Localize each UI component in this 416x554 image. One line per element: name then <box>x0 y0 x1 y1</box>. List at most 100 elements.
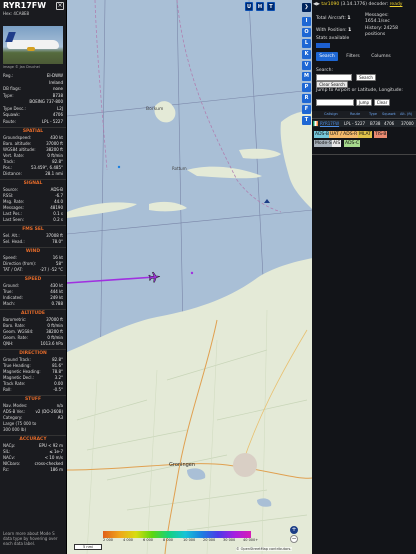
section-header: WIND <box>0 247 66 254</box>
toggle-h-button[interactable]: H <box>256 2 264 11</box>
with-position-value: 1 <box>348 28 352 33</box>
altitude-tick-label: 4 000 <box>123 538 134 542</box>
rail-button-v[interactable]: V <box>302 61 311 70</box>
info-value: Ireland <box>49 79 63 85</box>
info-value: B738 <box>52 92 63 98</box>
aircraft-table-header: Callsign Route Type Squawk Alt. (ft) <box>312 111 416 119</box>
section-header: STUFF <box>0 395 66 402</box>
tab-filters[interactable]: Filters <box>342 52 364 61</box>
info-row: 300 000 lb) <box>3 427 63 433</box>
legend-ads-c: ADS-C <box>344 140 361 147</box>
clear-jump-button[interactable]: Clear <box>374 99 390 106</box>
legend-uat-ads-r: UAT / ADS-R <box>329 131 359 138</box>
close-info-button[interactable]: × <box>56 2 64 10</box>
tab-search[interactable]: Search <box>316 52 338 61</box>
map-canvas[interactable] <box>67 0 313 554</box>
jump-input[interactable] <box>316 99 354 106</box>
info-row: Roll: -0.5° <box>3 387 63 393</box>
col-callsign[interactable]: Callsign <box>324 112 338 116</box>
aircraft-info-panel: RYR17FW Hex: 4CA8E8 × image © Jan Druche… <box>0 0 67 554</box>
info-key: Type Desc.: <box>3 105 26 111</box>
altitude-tick-label: 6 000 <box>143 538 154 542</box>
info-key: Type: <box>3 92 14 98</box>
info-value: 1013.6 hPa <box>40 341 64 346</box>
col-altitude[interactable]: Alt. (ft) <box>400 112 412 116</box>
toggle-u-button[interactable]: U <box>245 2 253 11</box>
legend-tis-b: TIS-B <box>374 131 388 138</box>
info-row: DB flags: none <box>3 86 63 92</box>
altitude-tick-label: 8 000 <box>163 538 174 542</box>
panel-tabs: Search Filters Columns <box>315 52 414 61</box>
tar1090-link[interactable]: tar1090 <box>321 2 339 7</box>
side-toolbar: ❯ IOLKVMPRFT <box>300 0 312 554</box>
info-value: -0.5° <box>53 387 63 392</box>
rail-button-k[interactable]: K <box>302 50 311 59</box>
info-row: TAT / OAT: -27 / -52 °C <box>3 267 63 273</box>
rail-button-r[interactable]: R <box>302 94 311 103</box>
legend-ads-b: ADS-B <box>314 131 330 138</box>
info-row: Distance: 28.1 nmi <box>3 171 63 177</box>
tab-columns[interactable]: Columns <box>368 52 394 61</box>
ireland-flag-icon <box>313 121 318 126</box>
section-header: ACCURACY <box>0 435 66 442</box>
jump-button[interactable]: Jump <box>356 99 372 106</box>
section-header: FMS SEL <box>0 225 66 232</box>
info-value: BOEING 737-800 <box>29 99 63 104</box>
stats-link[interactable] <box>316 43 330 48</box>
messages-rate: 1654.1/sec <box>365 19 390 24</box>
info-key: TAT / OAT: <box>3 267 23 272</box>
rail-button-l[interactable]: L <box>302 39 311 48</box>
info-row: Squawk: 4706 <box>3 112 63 118</box>
toggle-t-button[interactable]: T <box>267 2 275 11</box>
info-row: Ireland <box>3 80 63 86</box>
rail-button-o[interactable]: O <box>302 28 311 37</box>
info-row: BOEING 737-800 <box>3 99 63 105</box>
aircraft-callsign: RYR17FW <box>3 1 47 10</box>
col-type[interactable]: Type <box>369 112 377 116</box>
decoder-status[interactable]: ready <box>390 2 403 7</box>
info-key: Rc: <box>3 467 10 472</box>
search-button[interactable]: Search <box>356 74 376 81</box>
info-value: none <box>53 86 63 91</box>
table-row[interactable]: RYR17FW LPL - 5227 B738 4706 37000 <box>313 120 416 127</box>
rail-button-f[interactable]: F <box>302 105 311 114</box>
info-value: L2J <box>57 105 63 111</box>
info-row: Rc: 186 m <box>3 467 63 473</box>
col-squawk[interactable]: Squawk <box>382 112 396 116</box>
info-key: Roll: <box>3 387 12 392</box>
clear-search-button[interactable]: Clear Search <box>316 81 348 88</box>
tar1090-screen: Borkum Rottum Groningen U H T 5 nmi 2 00… <box>0 0 416 554</box>
rail-button-m[interactable]: M <box>302 72 311 81</box>
info-row: Route: LPL - 5227 <box>3 119 63 125</box>
altitude-tick-label: 10 000 <box>183 538 196 542</box>
info-key: Reg.: <box>3 73 14 78</box>
info-row: Sel. Head.: 78.0° <box>3 239 63 245</box>
info-row: Type Desc.: L2J <box>3 106 63 112</box>
zoom-out-button[interactable]: − <box>290 535 298 543</box>
col-route[interactable]: Route <box>350 112 360 116</box>
section-header: SPEED <box>0 275 66 282</box>
info-value: 0.788 <box>51 301 63 306</box>
map-attribution[interactable]: © OpenStreetMap contributors. <box>236 547 292 551</box>
rail-button-i[interactable]: I <box>302 17 311 26</box>
photo-credit[interactable]: image © Jan Druchel <box>3 65 40 69</box>
info-value: 28.1 nmi <box>45 171 63 176</box>
info-row: Mach: 0.788 <box>3 301 63 307</box>
aircraft-photo[interactable] <box>3 26 63 64</box>
collapse-panel-button[interactable]: ❯ <box>302 3 311 12</box>
rail-button-p[interactable]: P <box>302 83 311 92</box>
map-view[interactable]: Borkum Rottum Groningen <box>67 0 313 554</box>
info-row: Type: B738 <box>3 93 63 99</box>
zoom-in-button[interactable]: + <box>290 526 298 534</box>
info-value: 4706 <box>52 112 63 117</box>
aircraft-hex: Hex: 4CA8E8 <box>3 11 30 16</box>
info-footer-note: Learn more about Mode S data type by hov… <box>3 531 58 546</box>
place-label-borkum: Borkum <box>146 107 164 112</box>
info-key: DB flags: <box>3 86 22 91</box>
search-input[interactable] <box>316 74 352 81</box>
info-key: Distance: <box>3 171 22 176</box>
info-key: 300 000 lb) <box>3 427 27 432</box>
rail-button-t[interactable]: T <box>302 116 311 125</box>
section-header: SPATIAL <box>0 127 66 134</box>
altitude-tick-label: 2 000 <box>103 538 114 542</box>
